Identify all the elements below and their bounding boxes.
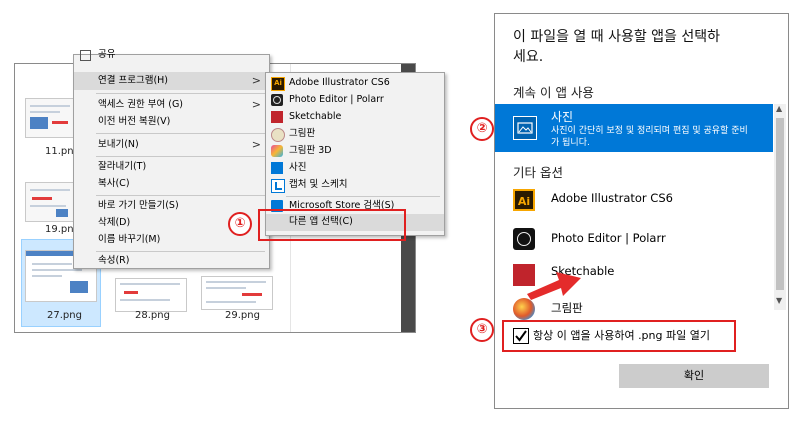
menu-item-cut[interactable]: 잘라내기(T) [74,158,269,176]
file-name[interactable]: 28.png [135,310,170,321]
illustrator-icon: Ai [271,77,285,91]
submenu-item-photos[interactable]: 사진 [266,160,444,176]
scroll-up-icon[interactable]: ▲ [776,104,782,113]
submenu-item-illustrator[interactable]: Ai Adobe Illustrator CS6 [266,75,444,91]
share-icon [80,50,91,61]
sketchable-icon [271,111,283,123]
submenu-item-sketchable[interactable]: Sketchable [266,109,444,125]
selected-app-row[interactable]: 사진 사진이 간단히 보정 및 정리되며 편집 및 공유할 준비 가 됩니다. [495,104,773,152]
polarr-icon [513,228,535,250]
menu-separator [96,93,265,94]
annotation-step-1: ① [228,212,252,236]
menu-item-share[interactable]: 공유 [74,49,269,61]
menu-item-copy[interactable]: 복사(C) [74,175,269,193]
app-row-polarr[interactable]: Photo Editor | Polarr [495,222,773,258]
paint-3d-icon [271,145,283,157]
menu-separator [96,133,265,134]
menu-separator [96,156,265,157]
paint-icon [513,298,535,320]
illustrator-icon: Ai [513,189,535,211]
ok-button[interactable]: 확인 [619,364,769,388]
chevron-right-icon: > [251,98,261,111]
menu-item-properties[interactable]: 속성(R) [74,252,269,270]
file-name[interactable]: 29.png [225,310,260,321]
chevron-right-icon: > [251,74,261,87]
file-thumbnail[interactable] [201,276,273,310]
app-name: Photo Editor | Polarr [551,231,666,245]
menu-separator [96,195,265,196]
file-thumbnail[interactable] [25,98,77,138]
submenu-item-paint[interactable]: 그림판 [266,126,444,142]
file-name[interactable]: 27.png [47,310,82,321]
annotation-box-1 [258,209,406,241]
dialog-title: 이 파일을 열 때 사용할 앱을 선택하 세요. [513,29,721,65]
context-menu: 공유 연결 프로그램(H) > 액세스 권한 부여 (G) > 이전 버전 복원(V… [73,49,270,270]
chevron-right-icon: > [251,138,261,151]
selected-app-name: 사진 [551,110,574,124]
annotation-box-3 [502,320,736,352]
menu-item-send-to[interactable]: 보내기(N) > [74,136,269,154]
scrollbar-thumb[interactable] [776,118,784,290]
menu-item-open-with[interactable]: 연결 프로그램(H) > [74,72,269,90]
annotation-step-2: ② [470,117,494,141]
menu-separator [286,196,440,197]
keep-using-header: 계속 이 앱 사용 [513,85,594,100]
submenu-item-paint-3d[interactable]: 그림판 3D [266,143,444,159]
file-thumbnail[interactable] [115,278,187,312]
submenu-item-polarr[interactable]: Photo Editor | Polarr [266,92,444,108]
submenu-item-snip-sketch[interactable]: 캡처 및 스케치 [266,177,444,193]
other-options-header: 기타 옵션 [513,165,563,180]
app-name: Adobe Illustrator CS6 [551,191,673,205]
selected-app-description: 사진이 간단히 보정 및 정리되며 편집 및 공유할 준비 가 됩니다. [551,126,748,148]
scroll-down-icon[interactable]: ▼ [776,296,782,305]
pointer-arrow-icon [527,272,581,300]
app-name: 그림판 [551,301,583,315]
paint-icon [271,128,285,142]
app-row-illustrator[interactable]: Ai Adobe Illustrator CS6 [495,184,773,220]
photos-icon [513,116,537,140]
file-thumbnail[interactable] [25,182,77,222]
menu-item-grant-access[interactable]: 액세스 권한 부여 (G) > [74,96,269,114]
annotation-step-3: ③ [470,318,494,342]
snip-sketch-icon [271,179,285,193]
photos-icon [271,162,283,174]
menu-item-restore-versions[interactable]: 이전 버전 복원(V) [74,113,269,131]
polarr-icon [271,94,283,106]
app-list-scrollbar[interactable]: ▲ ▼ [774,104,786,310]
